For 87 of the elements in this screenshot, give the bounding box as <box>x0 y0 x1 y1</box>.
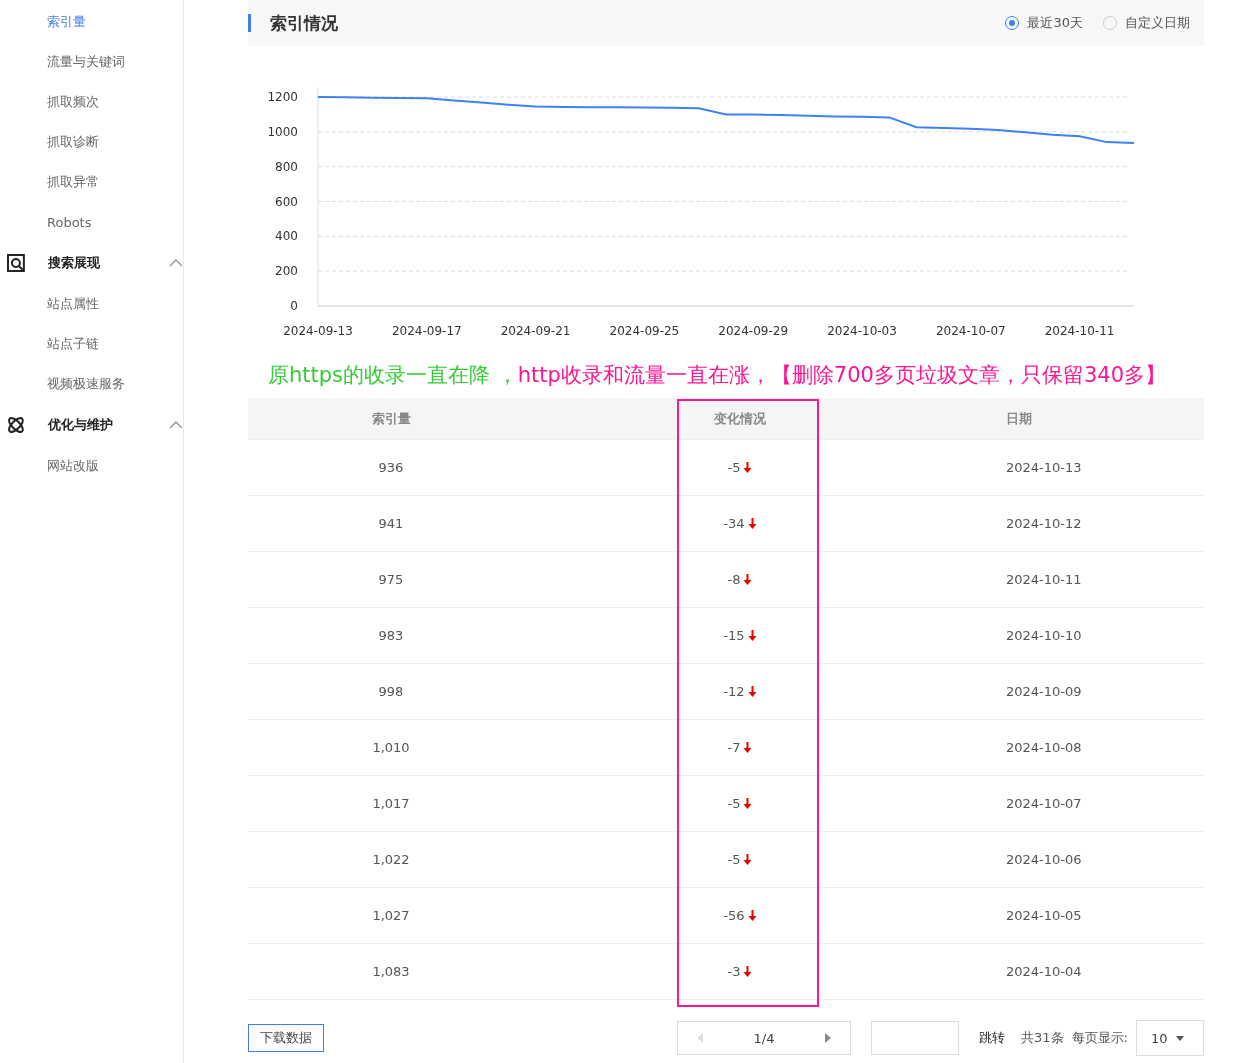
sidebar-item[interactable]: 抓取诊断 <box>0 122 183 162</box>
table-cell: 1,022 <box>372 852 410 867</box>
table-cell: -5 <box>727 852 753 867</box>
table-cell: 936 <box>378 460 404 475</box>
down-arrow-icon <box>743 574 753 585</box>
axis-label: 2024-10-07 <box>935 324 1006 338</box>
radio-option[interactable]: 最近30天 <box>1005 14 1083 32</box>
chevron-icon[interactable] <box>169 421 183 429</box>
down-arrow-icon <box>743 854 753 865</box>
table-cell-text: 2024-10-05 <box>1005 908 1082 923</box>
table-cell: 983 <box>378 628 404 643</box>
down-arrow-icon <box>743 798 753 809</box>
sidebar-item[interactable]: 站点子链 <box>0 324 183 364</box>
table-cell: -5 <box>727 796 753 811</box>
axis-label: 0 <box>290 299 298 313</box>
table-cell: 1,017 <box>372 796 410 811</box>
axis-label: 600 <box>275 194 298 209</box>
down-arrow-icon <box>743 742 753 753</box>
table-cell-text: 2024-10-11 <box>1005 572 1082 587</box>
table-cell: -12 <box>723 684 757 699</box>
down-arrow-icon <box>743 462 753 473</box>
table-cell: 1,083 <box>372 964 410 979</box>
table-cell: 1,010 <box>372 740 410 755</box>
axis-label: 200 <box>275 264 298 279</box>
axis-label: 1200 <box>267 90 298 104</box>
table-cell-text: 2024-10-13 <box>1005 460 1082 475</box>
page-indicator: 1/4 <box>753 1030 775 1046</box>
table-cell: 941 <box>378 516 404 531</box>
atom-icon <box>6 415 26 435</box>
axis-label: 2024-09-17 <box>391 324 462 338</box>
sidebar-item[interactable]: 抓取频次 <box>0 82 183 122</box>
column-header: 变化情况 <box>714 409 766 428</box>
next-page-icon[interactable] <box>824 1033 833 1043</box>
down-arrow-icon <box>747 518 757 529</box>
page-size-select[interactable]: 10 <box>1136 1020 1204 1056</box>
caret-icon <box>1175 1035 1184 1041</box>
column-header: 日期 <box>1005 409 1032 428</box>
page-input[interactable] <box>871 1021 960 1055</box>
table-cell: -56 <box>723 908 757 923</box>
table-cell-text: 2024-10-09 <box>1005 684 1082 699</box>
radio-option[interactable]: 自定义日期 <box>1103 14 1190 32</box>
axis-label: 400 <box>275 229 298 244</box>
table-cell: -7 <box>727 740 753 755</box>
down-arrow-icon <box>747 910 757 921</box>
down-arrow-icon <box>743 966 753 977</box>
section-title: 索引情况 <box>248 14 338 32</box>
axis-label: 2024-09-13 <box>283 324 353 338</box>
search-icon <box>6 253 26 273</box>
annotation-note: 原https的收录一直在降 ，http收录和流量一直在涨，【删除700多页垃圾文章，只保留340多】 <box>267 362 1167 389</box>
axis-label: 2024-10-11 <box>1044 324 1115 338</box>
axis-label: 2024-09-29 <box>718 324 789 338</box>
table-cell-text: 2024-10-12 <box>1005 516 1082 531</box>
page-size-label: 每页显示: <box>1071 1029 1128 1047</box>
table-cell: -3 <box>727 964 753 979</box>
table-cell: 975 <box>378 572 404 587</box>
table-cell: 998 <box>378 684 404 699</box>
table-cell: -15 <box>723 628 757 643</box>
sidebar-item[interactable]: 站点属性 <box>0 284 183 324</box>
chevron-icon[interactable] <box>169 259 183 267</box>
table-cell-text: 2024-10-08 <box>1005 740 1082 755</box>
sidebar-group-label[interactable]: 优化与维护 <box>47 416 148 434</box>
down-arrow-icon <box>747 686 757 697</box>
sidebar-item[interactable]: 索引量 <box>0 2 183 42</box>
table-cell: 1,027 <box>372 908 410 923</box>
down-arrow-icon <box>747 630 757 641</box>
sidebar-item[interactable]: 抓取异常 <box>0 162 183 202</box>
axis-label: 2024-10-03 <box>827 324 897 338</box>
axis-label: 1000 <box>267 124 298 139</box>
sidebar-item[interactable]: 网站改版 <box>0 446 183 486</box>
axis-label: 2024-09-21 <box>500 324 571 338</box>
sidebar-item[interactable]: 视频极速服务 <box>0 364 183 404</box>
download-button[interactable]: 下载数据 <box>248 1024 324 1052</box>
column-header: 索引量 <box>371 409 411 428</box>
axis-label: 800 <box>275 159 298 174</box>
table-cell: -8 <box>727 572 753 587</box>
table-cell-text: 2024-10-04 <box>1005 964 1082 979</box>
jump-link[interactable]: 跳转 <box>979 1029 1006 1047</box>
table-cell: -34 <box>723 516 757 531</box>
axis-label: 2024-09-25 <box>609 324 680 338</box>
sidebar-item[interactable]: Robots <box>0 202 183 242</box>
table-cell-text: 2024-10-10 <box>1005 628 1082 643</box>
total-count: 共31条 <box>1021 1029 1064 1047</box>
sidebar-item[interactable]: 流量与关键词 <box>0 42 183 82</box>
table-cell-text: 2024-10-07 <box>1005 796 1082 811</box>
table-cell-text: 2024-10-06 <box>1005 852 1082 867</box>
table-cell: -5 <box>727 460 753 475</box>
sidebar-group-label[interactable]: 搜索展现 <box>47 254 148 272</box>
